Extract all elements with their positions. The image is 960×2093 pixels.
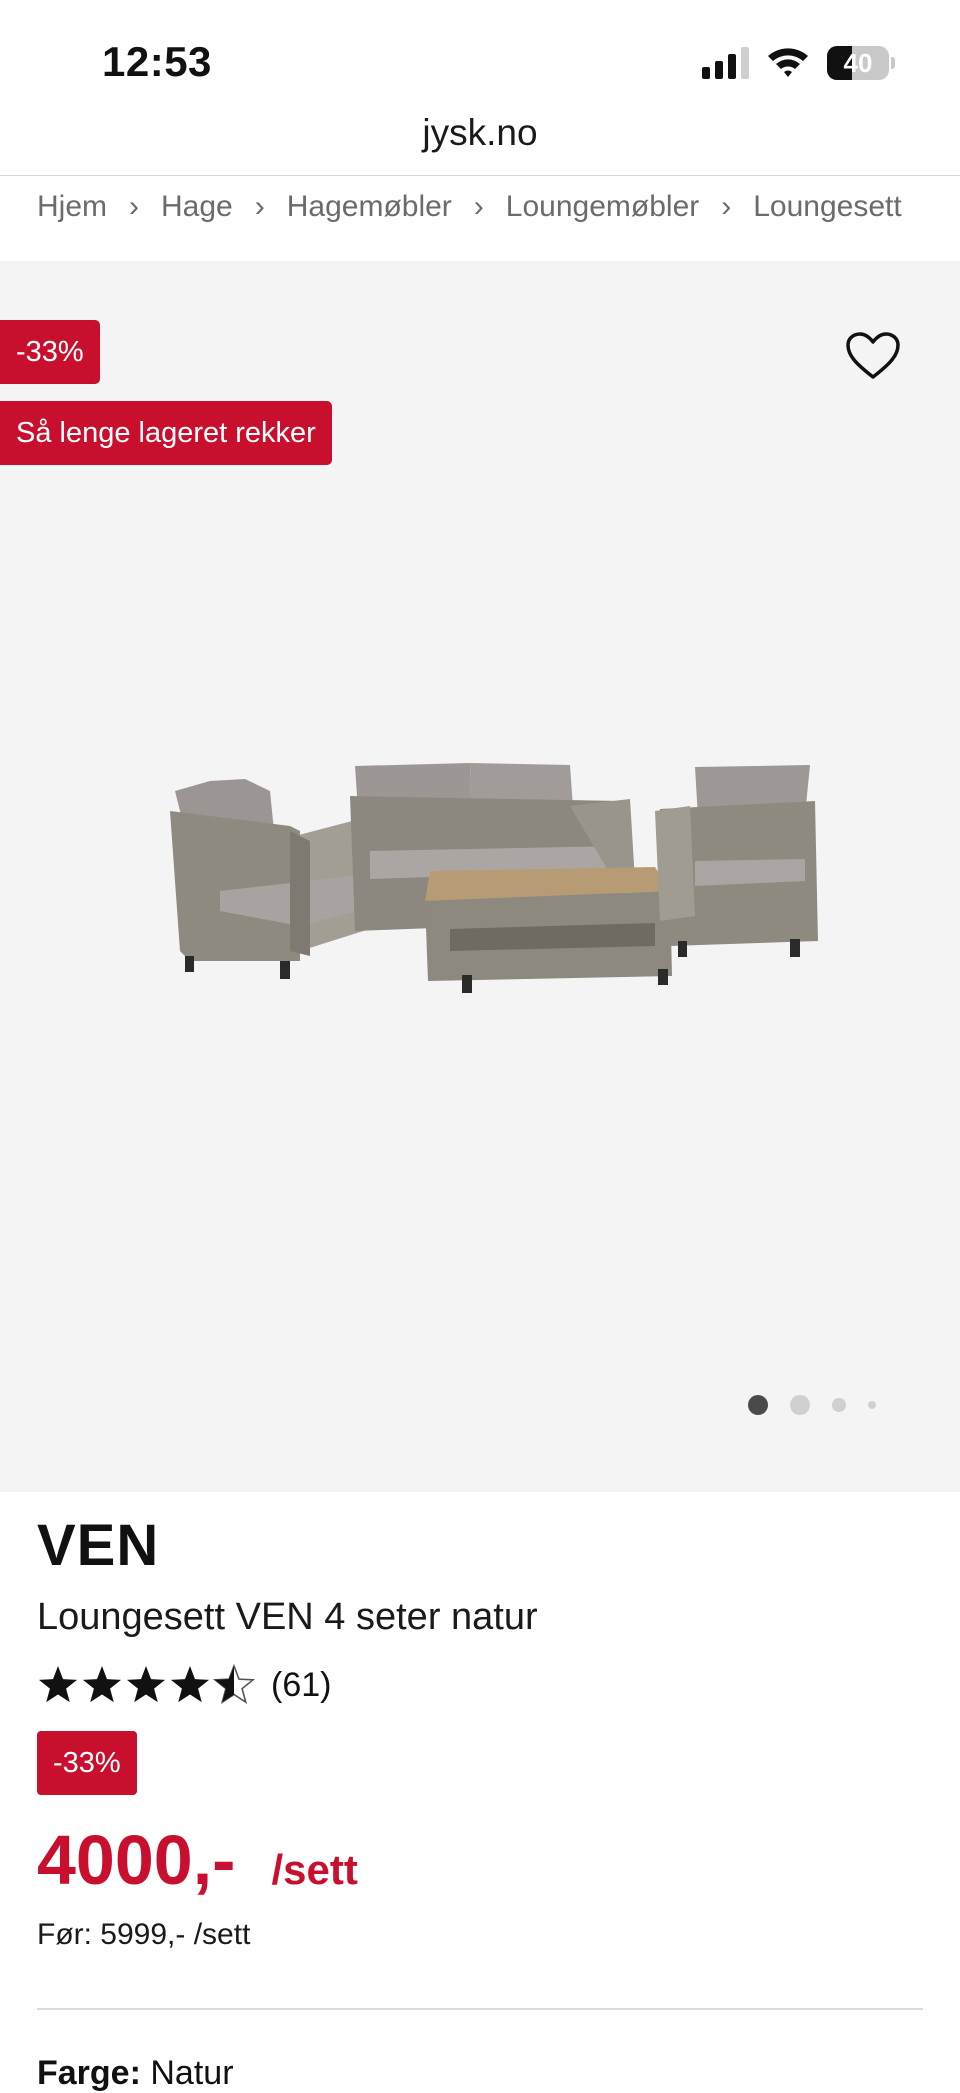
breadcrumb-item-hagemøbler[interactable]: Hagemøbler — [287, 190, 452, 224]
coffee-table — [425, 867, 672, 993]
color-label: Farge: — [37, 2054, 141, 2092]
battery-icon: 40 — [827, 46, 895, 80]
info-divider — [37, 2008, 923, 2010]
armchair-right — [655, 765, 818, 957]
breadcrumb-item-hjem[interactable]: Hjem — [37, 190, 107, 224]
color-selector[interactable]: Farge: Natur — [37, 2054, 234, 2093]
product-brand: VEN — [37, 1513, 160, 1578]
breadcrumb-item-hage[interactable]: Hage — [161, 190, 233, 224]
breadcrumb-item-loungesett[interactable]: Loungesett — [753, 190, 901, 224]
wifi-icon — [768, 48, 808, 77]
color-value: Natur — [150, 2054, 234, 2092]
star-icon — [82, 1666, 122, 1703]
chevron-right-icon: › — [254, 190, 265, 223]
gallery-dot[interactable] — [868, 1401, 876, 1409]
address-bar-url[interactable]: jysk.no — [0, 112, 960, 154]
status-bar: 12:53 40 jysk.no — [0, 0, 960, 153]
address-bar-divider — [0, 175, 960, 176]
chevron-right-icon: › — [473, 190, 484, 223]
gallery-dot[interactable] — [790, 1395, 810, 1415]
battery-tip — [891, 57, 895, 69]
rating-stars — [38, 1664, 256, 1704]
gallery-dot[interactable] — [832, 1398, 846, 1412]
price-unit: /sett — [271, 1846, 358, 1893]
product-title: Loungesett VEN 4 seter natur — [37, 1596, 538, 1638]
heart-outline-icon[interactable] — [845, 331, 901, 381]
product-image — [170, 763, 818, 993]
gallery-pagination — [748, 1392, 898, 1418]
discount-badge: -33% — [0, 320, 100, 384]
product-gallery[interactable]: -33% Så lenge lageret rekker — [0, 261, 960, 1492]
star-icon — [126, 1666, 166, 1703]
product-price: 4000,- — [37, 1821, 236, 1899]
status-time: 12:53 — [102, 38, 212, 85]
chevron-right-icon: › — [721, 190, 732, 223]
price-row: 4000,- /sett — [37, 1820, 358, 1900]
breadcrumb-item-loungemøbler[interactable]: Loungemøbler — [506, 190, 699, 224]
star-icon — [38, 1666, 78, 1703]
chevron-right-icon: › — [129, 190, 140, 223]
review-count[interactable]: (61) — [271, 1666, 331, 1705]
breadcrumb: Hjem › Hage › Hagemøbler › Loungemøbler › Lounge… — [37, 186, 902, 228]
battery-level: 40 — [843, 48, 873, 78]
cellular-signal-icon — [702, 47, 749, 79]
star-icon — [170, 1666, 210, 1703]
before-price: Før: 5999,- /sett — [37, 1918, 251, 1951]
battery-body: 40 — [827, 46, 889, 80]
product-rating[interactable]: (61) — [37, 1660, 331, 1710]
discount-badge-info: -33% — [37, 1731, 137, 1795]
gallery-dot[interactable] — [748, 1395, 768, 1415]
stock-badge: Så lenge lageret rekker — [0, 401, 332, 465]
